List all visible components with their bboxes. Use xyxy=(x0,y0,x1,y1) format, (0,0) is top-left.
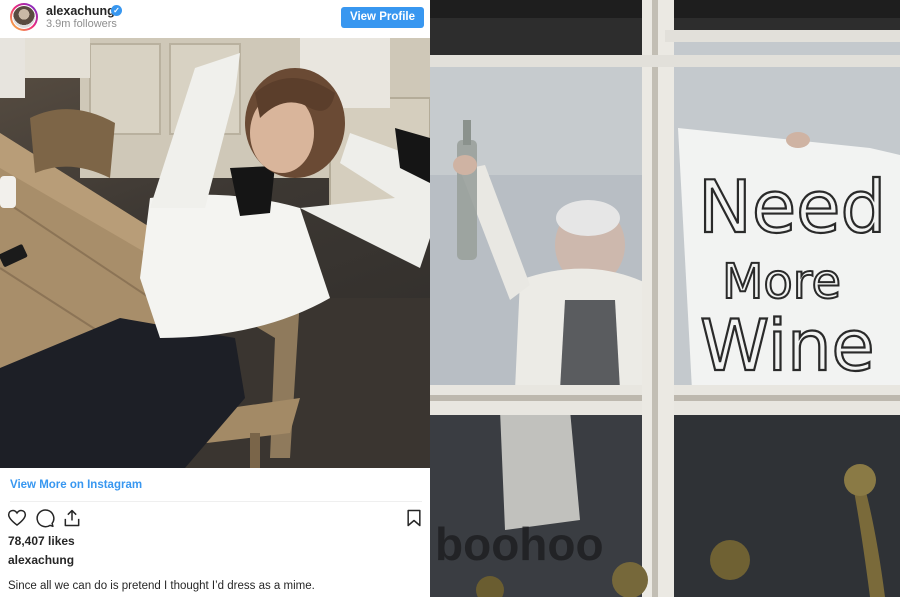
sign-line-need: Need xyxy=(698,165,886,249)
sign-line-wine: Wine xyxy=(700,305,875,387)
view-profile-button[interactable]: View Profile xyxy=(341,7,424,28)
storefront-text: boohoo xyxy=(435,518,604,570)
caption-username[interactable]: alexachung xyxy=(8,553,74,567)
instagram-embed: alexachung ✓ 3.9m followers View Profile xyxy=(0,0,430,597)
username[interactable]: alexachung xyxy=(46,4,115,18)
bookmark-icon[interactable] xyxy=(404,508,424,528)
followers-count: 3.9m followers xyxy=(46,18,117,30)
divider xyxy=(10,501,422,502)
sign-line-more: More xyxy=(722,254,841,310)
comment-icon[interactable] xyxy=(35,508,55,528)
heart-icon[interactable] xyxy=(7,508,27,528)
view-more-link[interactable]: View More on Instagram xyxy=(10,479,142,491)
embed-header: alexachung ✓ 3.9m followers View Profile xyxy=(0,0,430,37)
post-photo[interactable] xyxy=(0,38,430,468)
window-photo: Need More Wine boohoo xyxy=(430,0,900,597)
share-icon[interactable] xyxy=(62,508,82,528)
verified-badge-icon: ✓ xyxy=(111,5,122,16)
likes-count[interactable]: 78,407 likes xyxy=(8,534,75,548)
caption-text: Since all we can do is pretend I thought… xyxy=(8,580,315,592)
action-bar xyxy=(0,506,430,532)
avatar[interactable] xyxy=(10,3,38,31)
